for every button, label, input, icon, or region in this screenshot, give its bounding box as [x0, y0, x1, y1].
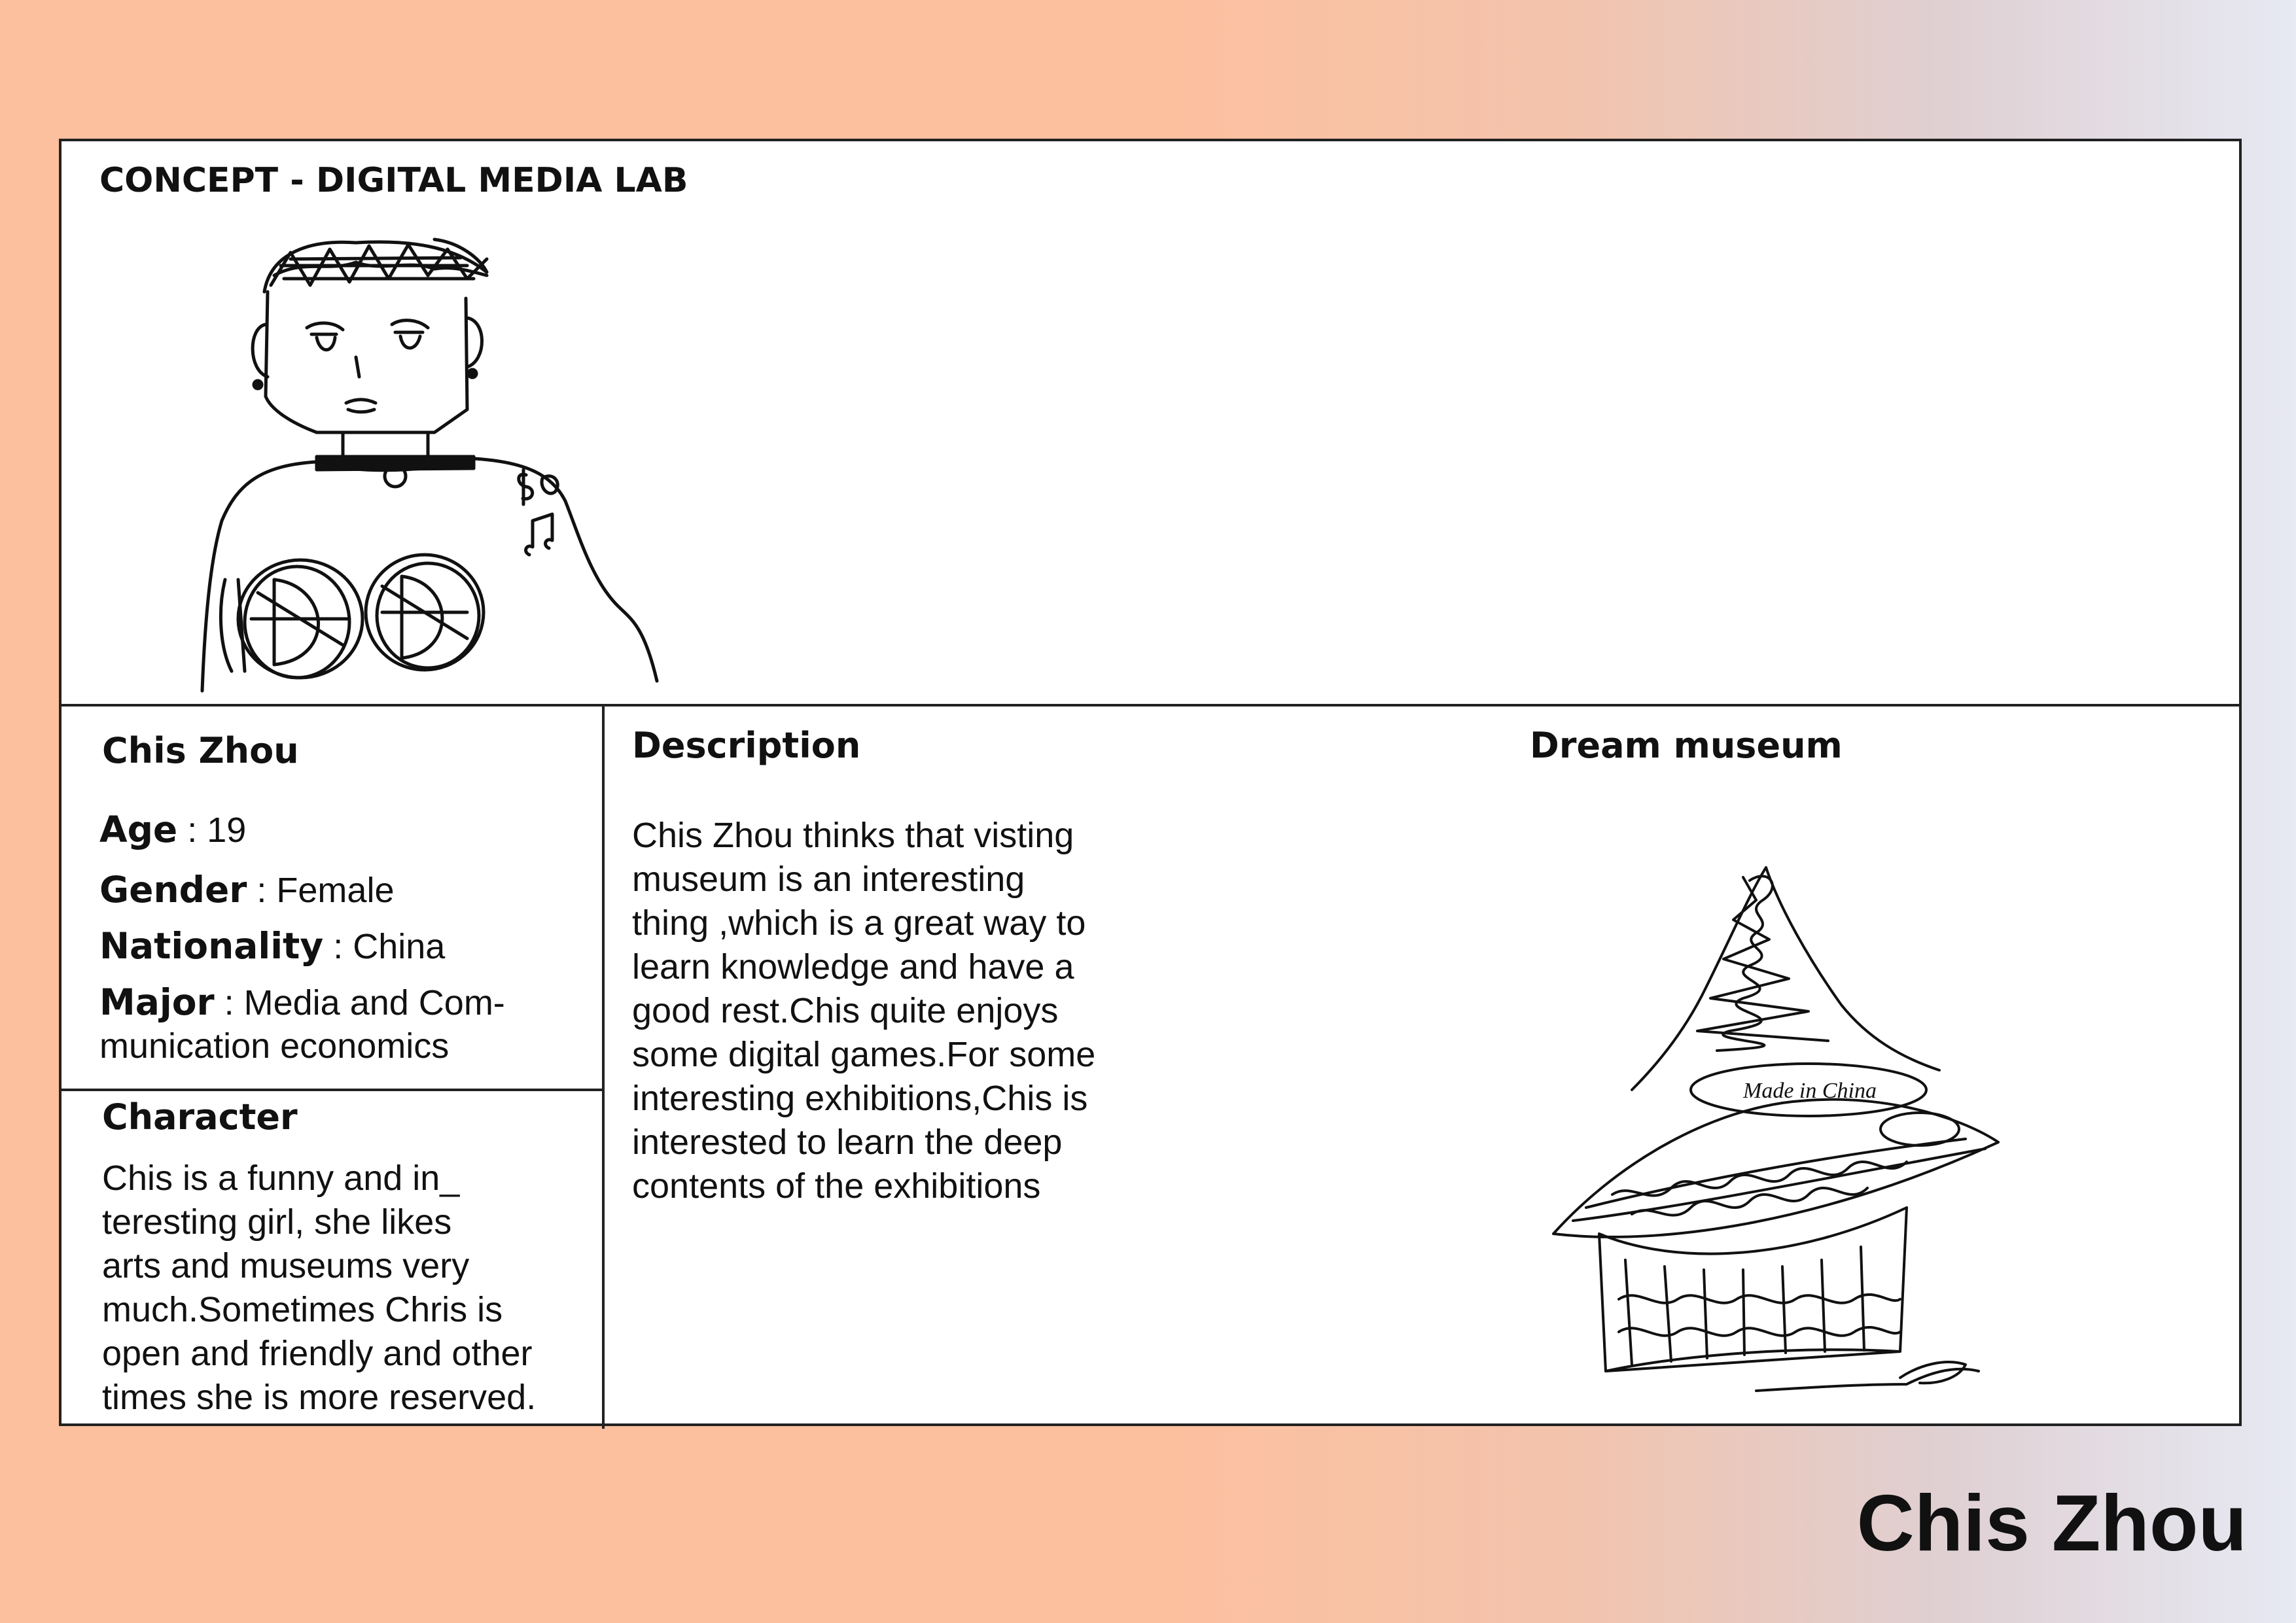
dream-museum-heading: Dream museum — [1530, 725, 1843, 766]
concept-card: CONCEPT - DIGITAL MEDIA LAB Chis Zhou Ag… — [59, 139, 2242, 1429]
major-label: Major — [99, 981, 215, 1023]
signature-name: Chis Zhou — [1856, 1478, 2247, 1567]
major-value: : Media and Com- — [214, 983, 505, 1022]
age-value: : 19 — [177, 811, 247, 850]
description-text: Chis Zhou thinks that visting museum is … — [632, 816, 1096, 1206]
dream-museum-sketch: Made in China — [1552, 866, 2000, 1392]
profile-character-divider — [62, 1089, 603, 1091]
nationality-value: : China — [323, 927, 446, 966]
description-heading: Description — [632, 725, 861, 766]
card-title: CONCEPT - DIGITAL MEDIA LAB — [99, 161, 688, 200]
character-text: Chis is a funny and in_ teresting girl, … — [102, 1159, 537, 1417]
document-page: { "header": { "title": "CONCEPT - DIGITA… — [0, 0, 2296, 1623]
profile-name: Chis Zhou — [102, 730, 299, 771]
top-divider — [62, 704, 2242, 707]
major-row-continued: munication economics — [99, 1026, 449, 1066]
age-label: Age — [99, 809, 178, 850]
major-row: Major : Media and Com- — [99, 981, 505, 1023]
portrait-sketch — [200, 237, 659, 693]
gender-row: Gender : Female — [99, 869, 394, 911]
age-row: Age : 19 — [99, 809, 246, 850]
left-column-divider — [602, 704, 605, 1429]
gender-label: Gender — [99, 869, 247, 911]
character-heading: Character — [102, 1096, 298, 1138]
nationality-label: Nationality — [99, 925, 324, 967]
gender-value: : Female — [247, 871, 395, 910]
nationality-row: Nationality : China — [99, 925, 445, 967]
major-value-continued: munication economics — [99, 1026, 450, 1066]
